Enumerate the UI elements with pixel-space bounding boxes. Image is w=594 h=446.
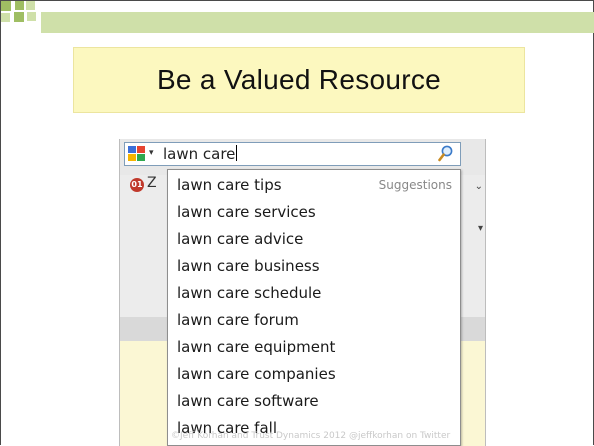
google-icon[interactable] <box>128 146 146 162</box>
suggestions-dropdown: Suggestions lawn care tips lawn care ser… <box>167 169 461 446</box>
suggestion-item[interactable]: lawn care schedule <box>177 283 321 303</box>
search-input[interactable]: lawn care <box>163 144 238 164</box>
suggestion-item[interactable]: lawn care forum <box>177 310 299 330</box>
toolbar-letter: Z <box>147 175 157 191</box>
suggestion-item[interactable]: lawn care business <box>177 256 320 276</box>
browser-screenshot: ▾ lawn care ⌄ 01 Z ▾ Suggestions lawn ca… <box>119 139 486 446</box>
slide: Be a Valued Resource ▾ lawn care ⌄ 01 Z … <box>0 0 594 446</box>
suggestion-item[interactable]: lawn care companies <box>177 364 336 384</box>
suggestion-item[interactable]: lawn care services <box>177 202 316 222</box>
suggestion-item[interactable]: lawn care equipment <box>177 337 335 357</box>
title-box: Be a Valued Resource <box>73 47 525 113</box>
suggestion-item[interactable]: lawn care software <box>177 391 319 411</box>
search-box[interactable]: ▾ lawn care <box>124 142 461 166</box>
slide-title: Be a Valued Resource <box>156 64 442 95</box>
top-band <box>41 12 594 33</box>
suggestions-header: Suggestions <box>378 178 452 192</box>
badge-icon[interactable]: 01 <box>130 178 144 192</box>
engine-dropdown-arrow[interactable]: ▾ <box>149 148 154 158</box>
suggestion-item[interactable]: lawn care tips <box>177 175 282 195</box>
footer-copyright: ©Jeff Korhan and Trust Dynamics 2012 @je… <box>171 431 451 441</box>
magnifier-icon[interactable] <box>438 145 454 163</box>
suggestion-item[interactable]: lawn care advice <box>177 229 303 249</box>
